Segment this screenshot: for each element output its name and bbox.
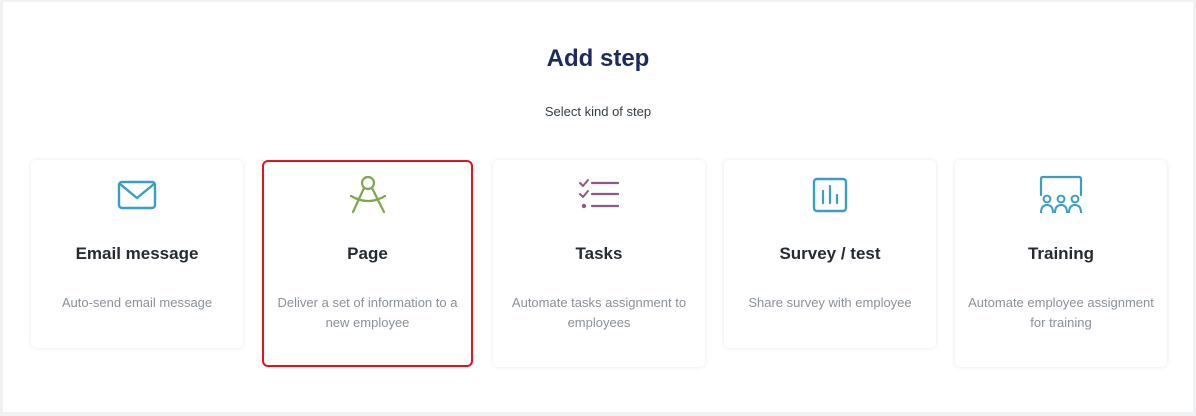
step-card-name: Email message bbox=[75, 244, 199, 263]
step-card-description: Automate tasks assignment to employees bbox=[511, 295, 687, 330]
step-card-description: Automate employee assignment for trainin… bbox=[968, 295, 1154, 330]
step-card-description: Deliver a set of information to a new em… bbox=[277, 295, 458, 330]
bar-chart-icon bbox=[724, 174, 936, 216]
group-training-icon bbox=[955, 174, 1167, 216]
step-card-name: Training bbox=[1027, 244, 1095, 263]
step-card-name: Tasks bbox=[575, 244, 623, 263]
step-card-name: Page bbox=[347, 244, 388, 263]
step-card-tasks[interactable]: Tasks Automate tasks assignment to emplo… bbox=[493, 160, 705, 367]
page-title: Add step bbox=[546, 45, 650, 72]
step-card-name: Survey / test bbox=[779, 244, 881, 263]
step-card-survey-test[interactable]: Survey / test Share survey with employee bbox=[724, 160, 936, 348]
step-card-description: Auto-send email message bbox=[61, 295, 213, 310]
step-card-training[interactable]: Training Automate employee assignment fo… bbox=[955, 160, 1167, 367]
page-subtitle: Select kind of step bbox=[544, 104, 652, 119]
step-card-email-message[interactable]: Email message Auto-send email message bbox=[31, 160, 243, 348]
checklist-icon bbox=[493, 174, 705, 216]
step-card-page[interactable]: Page Deliver a set of information to a n… bbox=[262, 160, 473, 367]
step-card-description: Share survey with employee bbox=[748, 295, 912, 310]
envelope-icon bbox=[31, 174, 243, 216]
compass-icon bbox=[264, 174, 471, 216]
